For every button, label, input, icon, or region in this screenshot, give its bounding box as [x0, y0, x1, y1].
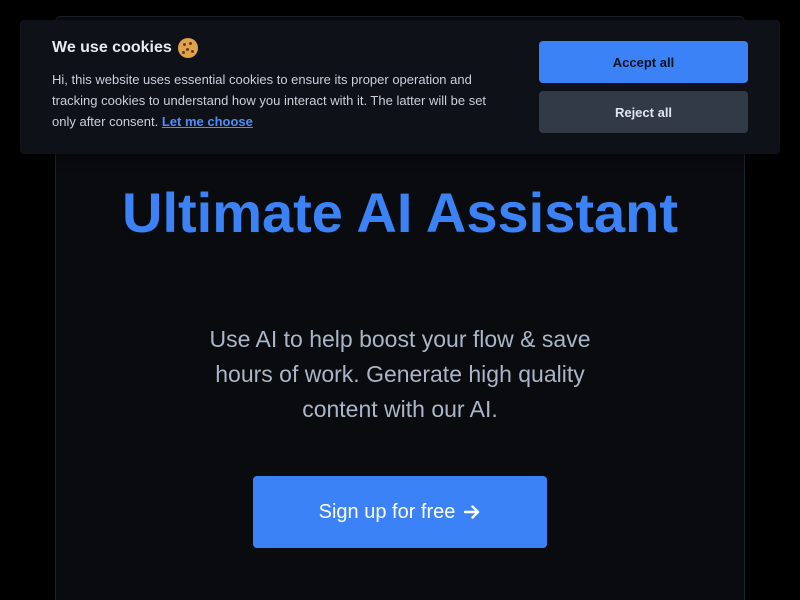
cookie-banner-title: We use cookies [52, 39, 172, 56]
cookie-banner-text: Hi, this website uses essential cookies … [52, 69, 512, 132]
let-me-choose-link[interactable]: Let me choose [162, 114, 253, 129]
accept-all-button[interactable]: Accept all [539, 41, 748, 83]
cookie-description: Hi, this website uses essential cookies … [52, 72, 487, 129]
signup-button-label: Sign up for free [318, 500, 456, 523]
cookie-icon [177, 38, 198, 58]
hero-subtitle: Use AI to help boost your flow & save ho… [209, 326, 591, 422]
hero-title: Ultimate AI Assistant [122, 181, 678, 244]
signup-button[interactable]: Sign up for free [253, 476, 547, 548]
cookie-banner: We use cookies Hi, this website uses ess… [20, 20, 780, 154]
arrow-right-icon [463, 503, 481, 521]
cookie-banner-title-row: We use cookies [52, 38, 198, 58]
reject-all-button[interactable]: Reject all [539, 91, 748, 133]
